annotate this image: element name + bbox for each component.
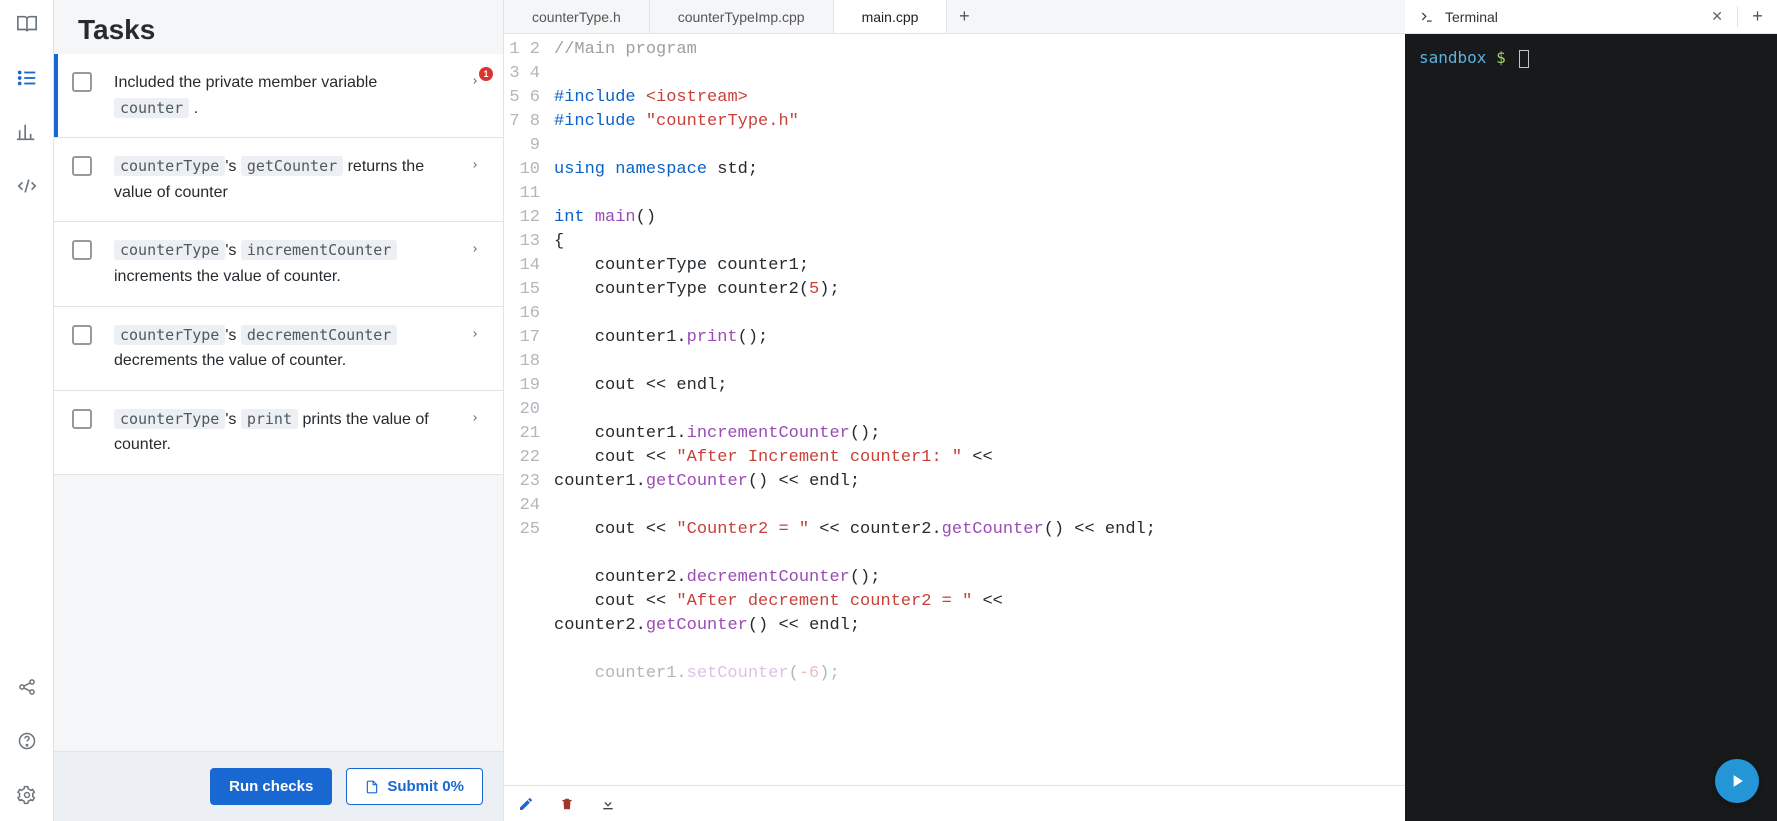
- settings-icon[interactable]: [15, 783, 39, 807]
- submit-button[interactable]: Submit 0%: [346, 768, 483, 805]
- chevron-right-icon[interactable]: [463, 326, 487, 342]
- task-text: counterType's getCounter returns the val…: [114, 154, 455, 205]
- task-checkbox[interactable]: [72, 240, 92, 260]
- task-item[interactable]: Included the private member variable cou…: [54, 54, 503, 138]
- task-text: Included the private member variable cou…: [114, 70, 455, 121]
- download-icon[interactable]: [600, 796, 616, 812]
- editor-tab[interactable]: main.cpp: [834, 0, 948, 33]
- terminal-tabs: Terminal ✕ +: [1405, 0, 1777, 34]
- editor-tabs: counterType.hcounterTypeImp.cppmain.cpp+: [504, 0, 1405, 34]
- task-checkbox[interactable]: [72, 325, 92, 345]
- chevron-right-icon[interactable]: [463, 410, 487, 426]
- terminal-cursor: [1519, 50, 1529, 68]
- chevron-right-icon[interactable]: [463, 241, 487, 257]
- edit-icon[interactable]: [518, 796, 534, 812]
- task-text: counterType's incrementCounter increment…: [114, 238, 455, 289]
- editor-panel: counterType.hcounterTypeImp.cppmain.cpp+…: [504, 0, 1405, 821]
- task-item[interactable]: counterType's decrementCounter decrement…: [54, 306, 503, 391]
- book-icon[interactable]: [15, 12, 39, 36]
- terminal-body[interactable]: sandbox $: [1405, 34, 1777, 821]
- stats-icon[interactable]: [15, 120, 39, 144]
- line-gutter: 1 2 3 4 5 6 7 8 9 10 11 12 13 14 15 16 1…: [504, 34, 548, 785]
- terminal-tab-label: Terminal: [1445, 9, 1498, 25]
- icon-sidebar: [0, 0, 54, 821]
- chevron-right-icon[interactable]: 1: [463, 73, 487, 89]
- help-icon[interactable]: [15, 729, 39, 753]
- task-checkbox[interactable]: [72, 72, 92, 92]
- run-checks-button[interactable]: Run checks: [210, 768, 332, 805]
- add-terminal-tab[interactable]: +: [1737, 6, 1777, 27]
- task-item[interactable]: counterType's getCounter returns the val…: [54, 137, 503, 222]
- tasks-footer: Run checks Submit 0%: [54, 751, 503, 821]
- code-content[interactable]: //Main program #include <iostream> #incl…: [548, 34, 1156, 785]
- add-editor-tab[interactable]: +: [947, 6, 981, 27]
- editor-tab[interactable]: counterType.h: [504, 0, 650, 33]
- code-icon[interactable]: [15, 174, 39, 198]
- tasks-panel: Tasks Included the private member variab…: [54, 0, 504, 821]
- close-icon[interactable]: ✕: [1711, 8, 1723, 25]
- share-icon[interactable]: [15, 675, 39, 699]
- task-text: counterType's decrementCounter decrement…: [114, 323, 455, 374]
- chevron-right-icon[interactable]: [463, 157, 487, 173]
- task-checkbox[interactable]: [72, 409, 92, 429]
- terminal-tab[interactable]: Terminal ✕: [1405, 0, 1737, 33]
- notification-badge: 1: [479, 67, 493, 81]
- terminal-dollar: $: [1496, 48, 1515, 67]
- delete-icon[interactable]: [560, 796, 574, 812]
- editor-tab[interactable]: counterTypeImp.cpp: [650, 0, 834, 33]
- terminal-panel: Terminal ✕ + sandbox $: [1405, 0, 1777, 821]
- terminal-prompt: sandbox: [1419, 48, 1486, 67]
- task-item[interactable]: counterType's print prints the value of …: [54, 390, 503, 475]
- editor-toolbar: [504, 785, 1405, 821]
- task-text: counterType's print prints the value of …: [114, 407, 455, 458]
- task-item[interactable]: counterType's incrementCounter increment…: [54, 221, 503, 306]
- tasks-title: Tasks: [78, 14, 479, 46]
- run-fab-button[interactable]: [1715, 759, 1759, 803]
- submit-label: Submit 0%: [387, 778, 464, 795]
- tasks-list: Included the private member variable cou…: [54, 54, 503, 751]
- tasks-header: Tasks: [54, 0, 503, 54]
- tasks-icon[interactable]: [15, 66, 39, 90]
- code-area[interactable]: 1 2 3 4 5 6 7 8 9 10 11 12 13 14 15 16 1…: [504, 34, 1405, 785]
- task-checkbox[interactable]: [72, 156, 92, 176]
